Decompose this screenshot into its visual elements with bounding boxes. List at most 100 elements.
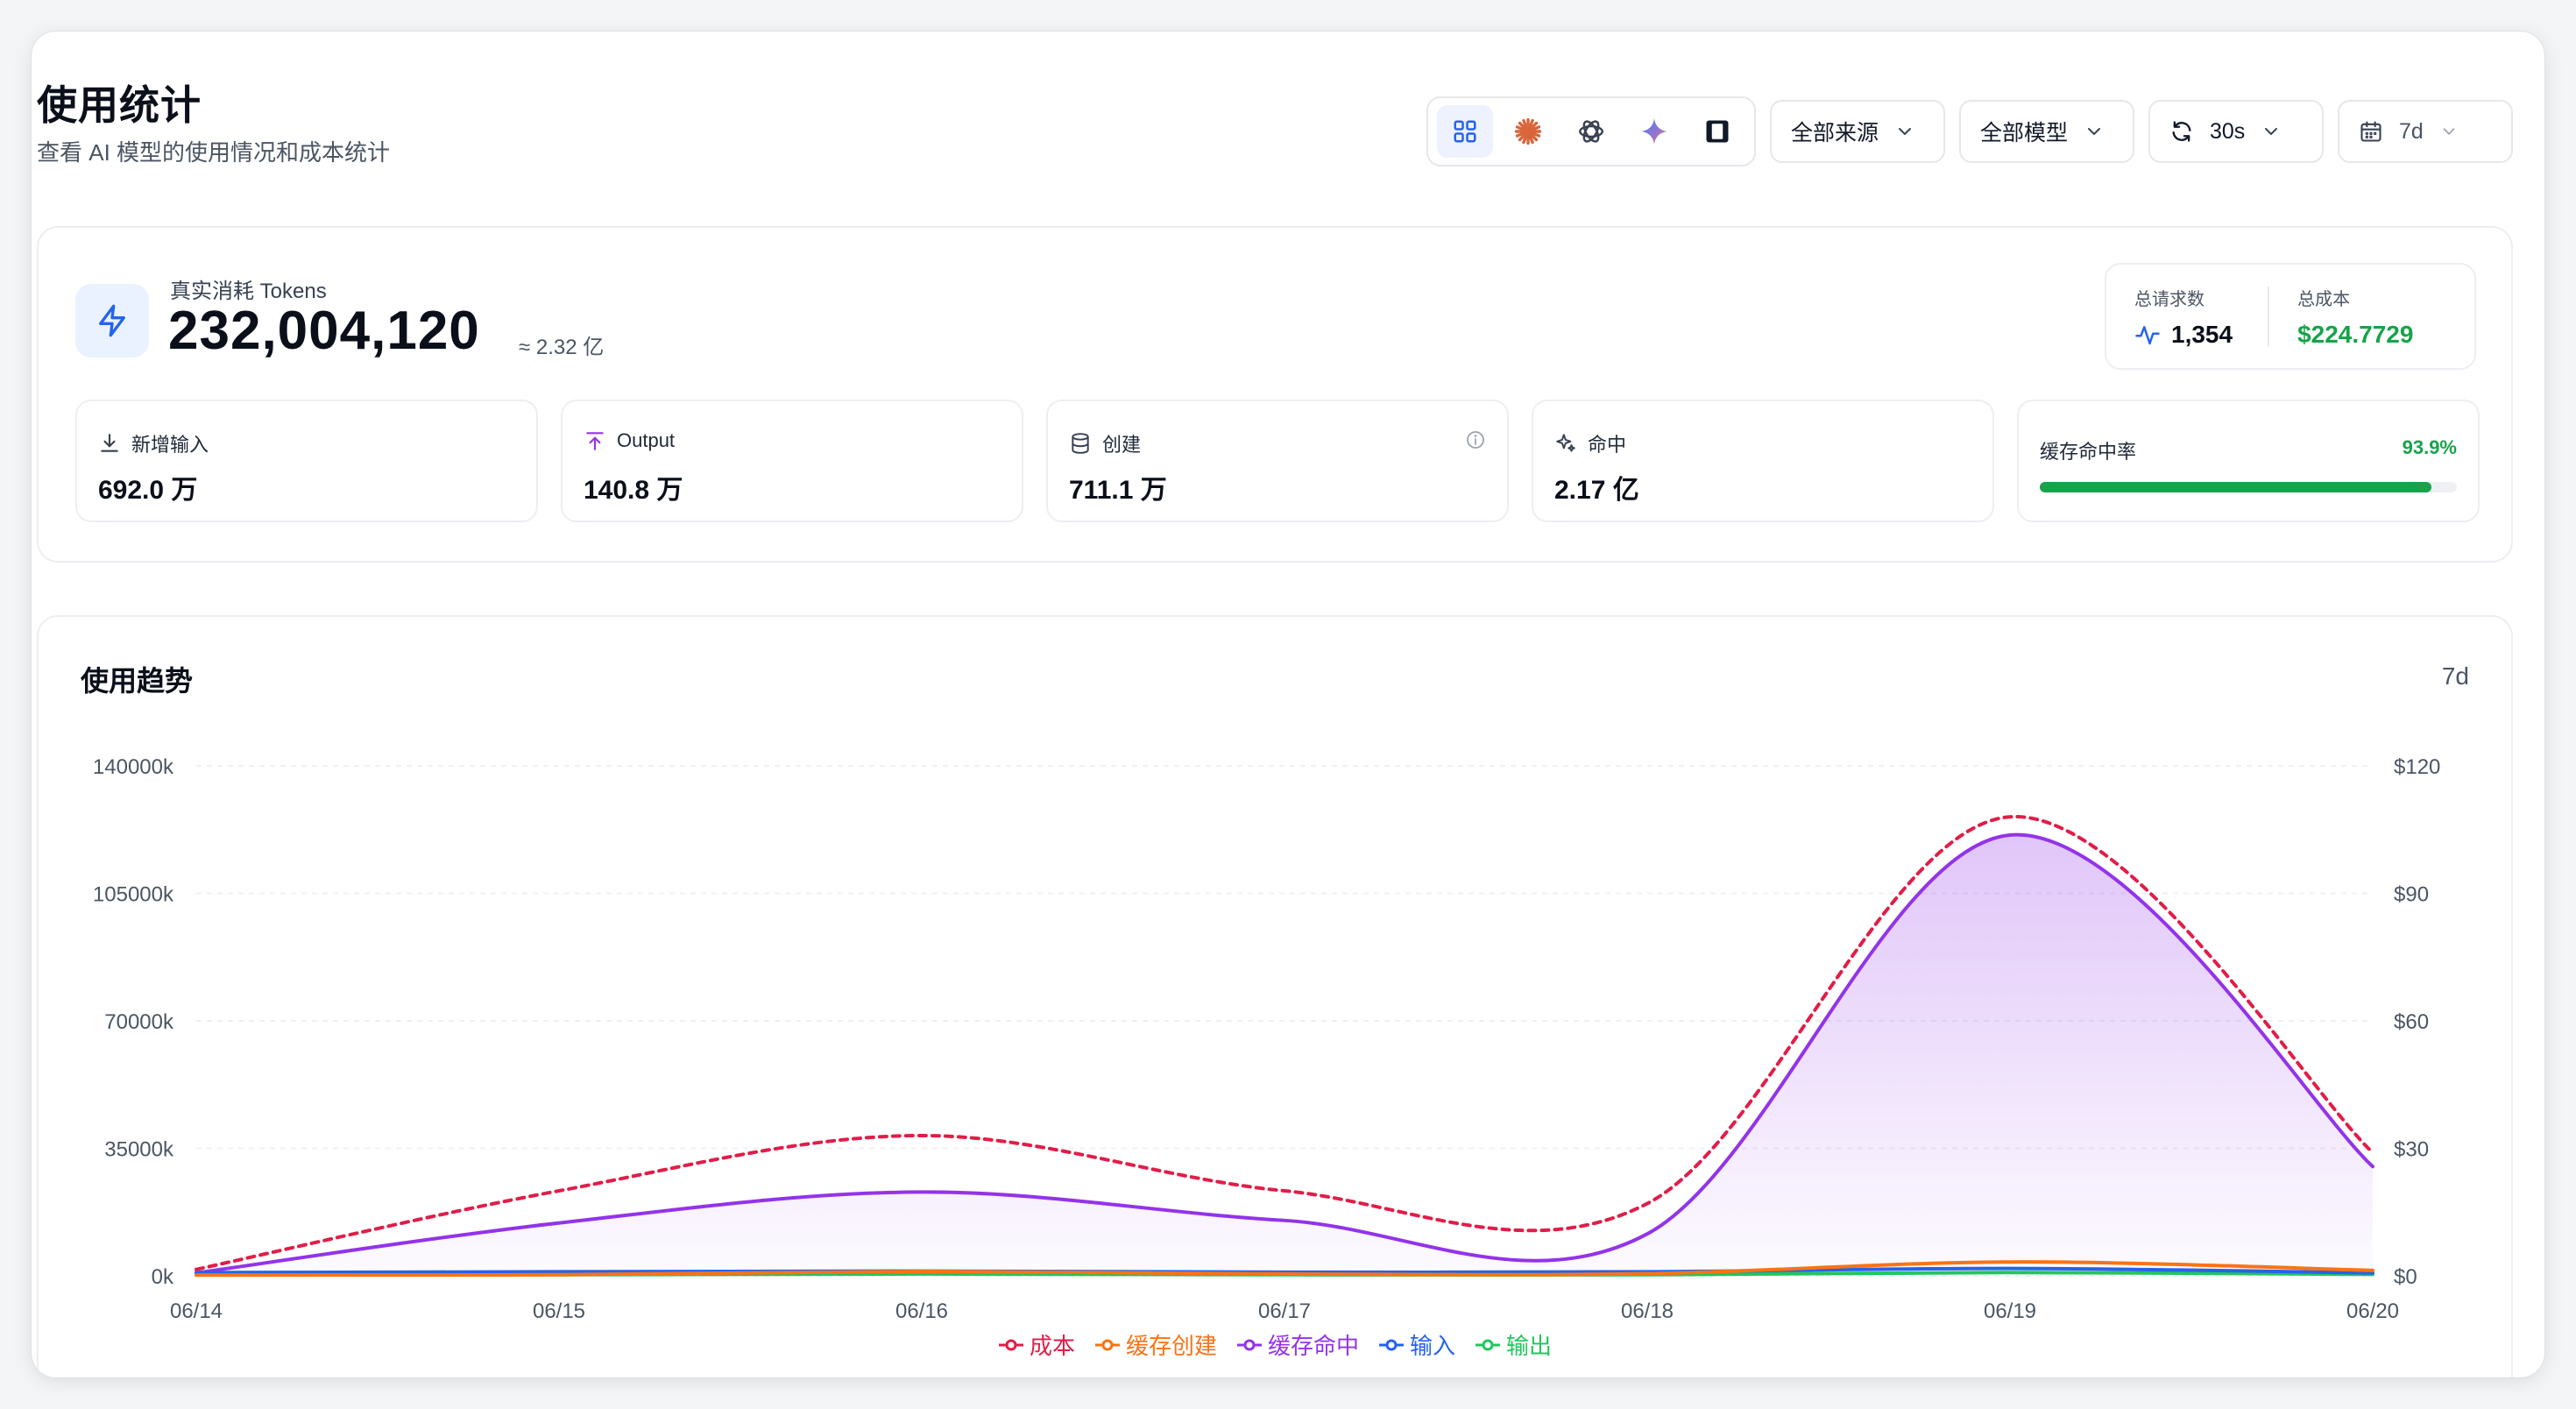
usage-trend-chart: 0k 35000k 70000k 105000k 140000k $0 $30 $60 $90 $… [93,755,2440,1323]
gemini-icon [1641,118,1667,145]
series-area-缓存命中 [196,834,2373,1276]
cache-hit-rate-label: 缓存命中率 [2040,441,2137,463]
x-tick-label: 06/19 [1984,1299,2036,1323]
x-tick-label: 06/16 [895,1299,948,1323]
total-requests: 总请求数 1,354 [2106,285,2233,349]
total-cost-label: 总成本 [2297,289,2351,309]
y-right-tick-label: $60 [2394,1010,2429,1034]
y-right-tick-label: $90 [2394,883,2429,907]
total-requests-value: 1,354 [2171,320,2233,348]
metric-output-value: 140.8 万 [584,476,683,505]
metric-input-label: 新增输入 [131,434,209,456]
info-icon[interactable] [1465,429,1486,450]
cache-hit-rate-value: 93.9% [2402,436,2457,458]
legend-item[interactable]: 缓存创建 [1094,1328,1217,1361]
metric-hit-label: 命中 [1588,434,1627,456]
sparkles-icon [1556,434,1575,452]
chevron-down-icon [2088,128,2101,136]
legend-marker-icon [998,1339,1023,1350]
legend-item[interactable]: 成本 [998,1328,1075,1361]
y-left-tick-label: 70000k [104,1010,174,1034]
legend-label: 输出 [1506,1333,1553,1359]
y-left-tick-label: 0k [152,1265,174,1289]
refresh-interval-select[interactable]: 30s [2148,100,2324,163]
database-icon [1072,433,1089,454]
metric-output-card: Output 140.8 万 [561,400,1023,522]
legend-marker-icon [1476,1339,1501,1350]
time-range-value: 7d [2399,118,2424,144]
chevron-down-icon [2265,128,2278,136]
y-left-tick-label: 140000k [93,755,174,779]
legend-label: 输入 [1410,1333,1456,1359]
x-tick-label: 06/18 [1621,1299,1674,1323]
page-title: 使用统计 [37,82,202,128]
token-icon-badge [75,284,149,358]
model-select-value: 全部模型 [1980,121,2069,145]
y-right-tick-label: $0 [2394,1265,2417,1289]
cache-hit-rate-card: 缓存命中率 93.9% [2017,400,2480,522]
chart-legend: 成本 缓存创建 缓存命中 输入 输出 [39,1328,2511,1361]
tokens-approx: ≈ 2.32 亿 [519,336,605,359]
refresh-interval-value: 30s [2210,118,2246,144]
summary-box: 总请求数 1,354 总成本 $224.7729 [2105,263,2476,370]
provider-all-button[interactable] [1437,105,1493,158]
legend-marker-icon [1094,1339,1120,1350]
metric-hit-value: 2.17 亿 [1554,476,1639,505]
provider-filter-group [1426,96,1756,166]
activity-icon [2135,325,2160,344]
calendar-icon [2360,121,2381,142]
claude-icon [1514,117,1542,145]
x-tick-label: 06/20 [2346,1299,2399,1323]
source-select[interactable]: 全部来源 [1770,100,1945,163]
tokens-value: 232,004,120 [168,301,480,361]
metric-input-card: 新增输入 692.0 万 [75,400,538,522]
cache-hit-rate-fill [2040,482,2431,492]
metric-create-label: 创建 [1102,434,1142,456]
legend-marker-icon [1236,1339,1262,1350]
cache-hit-rate-track [2040,482,2457,492]
model-select[interactable]: 全部模型 [1959,100,2134,163]
y-right-tick-label: $120 [2394,755,2440,779]
grid-icon [1454,120,1476,143]
x-tick-label: 06/15 [533,1299,585,1323]
lightning-icon [99,304,125,337]
y-left-tick-label: 105000k [93,883,174,907]
provider-other-button[interactable] [1689,105,1745,158]
y-left-tick-label: 35000k [104,1138,174,1162]
chevron-down-icon [2443,128,2455,136]
app-window: 使用统计 查看 AI 模型的使用情况和成本统计 全部来源 全部模型 30s 7d… [32,32,2544,1377]
usage-trend-card: 使用趋势 7d 0k 35000k 70000k 105000k 140000k $0 $3… [37,615,2513,1377]
provider-gemini-button[interactable] [1626,105,1682,158]
page-subtitle: 查看 AI 模型的使用情况和成本统计 [37,139,391,166]
metric-create-value: 711.1 万 [1069,476,1167,505]
metric-output-label: Output [617,429,676,451]
source-select-value: 全部来源 [1791,121,1879,145]
refresh-icon [2172,121,2191,142]
chevron-down-icon [1899,128,1912,136]
y-right-tick-label: $30 [2394,1138,2429,1162]
token-stats-card: 真实消耗 Tokens 232,004,120 ≈ 2.32 亿 总请求数 1,… [37,226,2513,563]
total-requests-label: 总请求数 [2134,289,2204,309]
legend-marker-icon [1379,1339,1404,1350]
square-logo-icon [1706,120,1729,143]
upload-icon [586,432,604,450]
metric-input-value: 692.0 万 [98,476,198,505]
metric-hit-card: 命中 2.17 亿 [1532,400,1994,522]
metric-create-card: 创建 711.1 万 [1046,400,1509,522]
legend-item[interactable]: 缓存命中 [1236,1328,1359,1361]
total-cost: 总成本 $224.7729 [2269,285,2413,349]
provider-openai-button[interactable] [1563,105,1619,158]
legend-label: 缓存命中 [1267,1333,1359,1359]
x-tick-label: 06/14 [170,1299,223,1323]
x-tick-label: 06/17 [1258,1299,1311,1323]
toolbar: 全部来源 全部模型 30s 7d [1426,96,2513,166]
openai-icon [1579,120,1603,143]
legend-item[interactable]: 输出 [1475,1328,1552,1361]
provider-claude-button[interactable] [1500,105,1556,158]
legend-item[interactable]: 输入 [1378,1328,1455,1361]
download-icon [101,434,118,452]
time-range-select[interactable]: 7d [2338,100,2513,163]
total-cost-value: $224.7729 [2297,320,2414,348]
legend-label: 缓存创建 [1125,1333,1217,1359]
legend-label: 成本 [1029,1333,1075,1359]
